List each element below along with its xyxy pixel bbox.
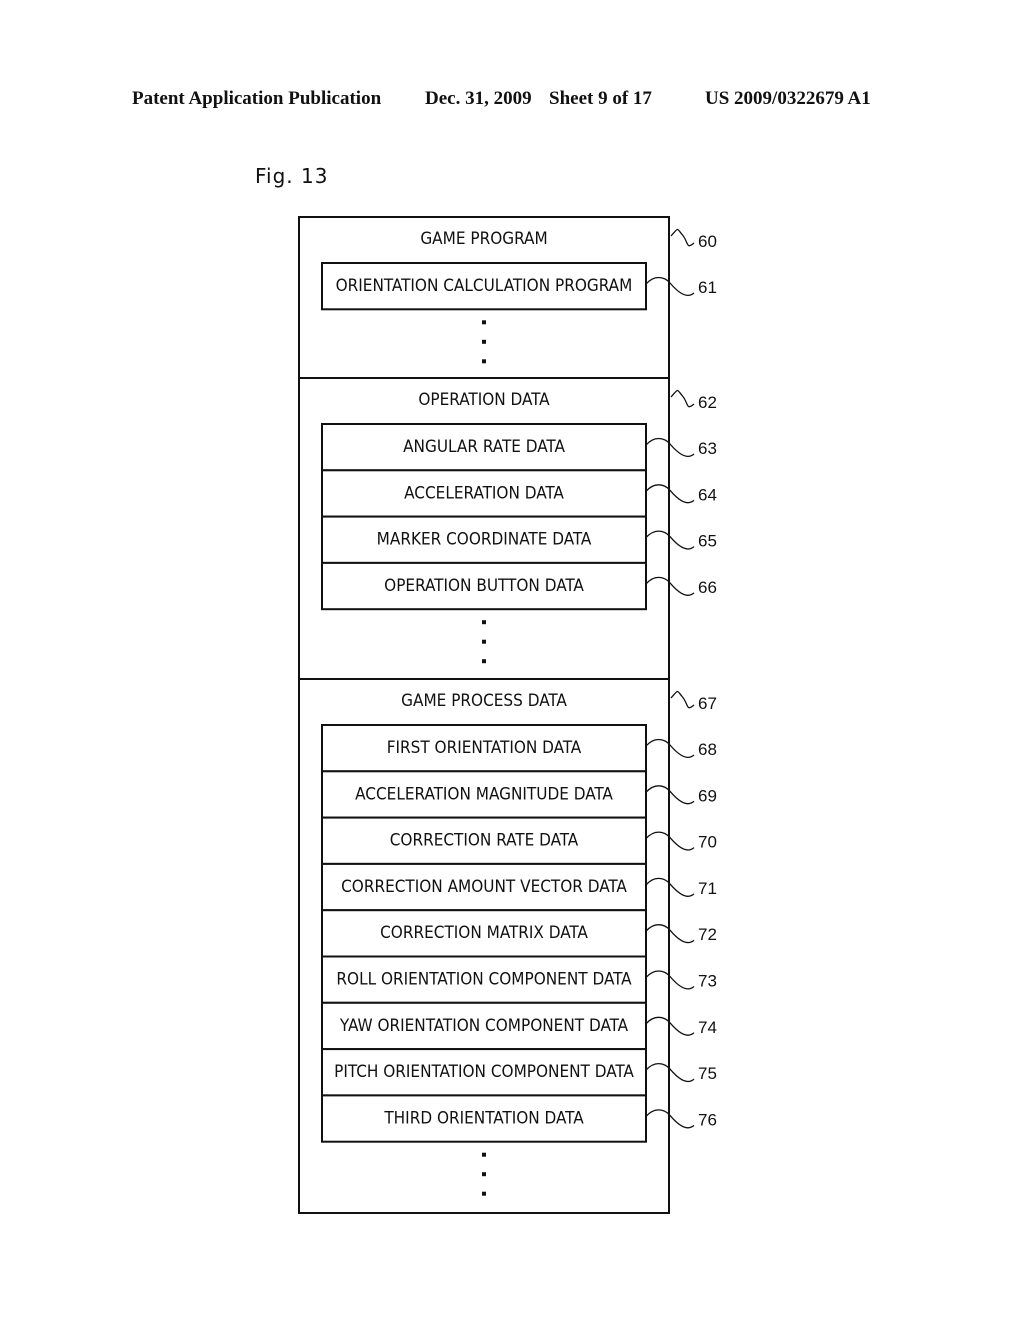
item-ref-number: 61 xyxy=(698,278,717,297)
item-ref-number: 68 xyxy=(698,740,717,759)
data-item-label: FIRST ORIENTATION DATA xyxy=(387,738,582,758)
data-item-label: ORIENTATION CALCULATION PROGRAM xyxy=(336,276,633,296)
section-ref-number: 67 xyxy=(698,694,717,713)
continuation-dot xyxy=(482,620,486,625)
item-ref-number: 66 xyxy=(698,578,717,597)
data-item-label: PITCH ORIENTATION COMPONENT DATA xyxy=(334,1062,634,1082)
section-leader-line xyxy=(670,690,695,709)
data-item-label: ACCELERATION MAGNITUDE DATA xyxy=(355,784,613,804)
item-ref-number: 76 xyxy=(698,1110,717,1129)
section-title: OPERATION DATA xyxy=(418,390,550,410)
data-item-label: ANGULAR RATE DATA xyxy=(403,437,565,457)
section-ref-number: 62 xyxy=(698,393,717,412)
data-item-label: CORRECTION MATRIX DATA xyxy=(380,923,588,943)
section-leader-line xyxy=(670,228,695,247)
item-ref-number: 74 xyxy=(698,1018,717,1037)
continuation-dot xyxy=(482,659,486,664)
data-item-label: ROLL ORIENTATION COMPONENT DATA xyxy=(336,970,632,990)
section-title: GAME PROCESS DATA xyxy=(401,691,567,711)
section-leader-line xyxy=(670,389,695,408)
section-title: GAME PROGRAM xyxy=(420,229,547,249)
data-item-label: OPERATION BUTTON DATA xyxy=(384,576,584,596)
continuation-dot xyxy=(482,320,486,325)
section-ref-number: 60 xyxy=(698,232,717,251)
continuation-dot xyxy=(482,1152,486,1157)
item-ref-number: 72 xyxy=(698,925,717,944)
item-ref-number: 73 xyxy=(698,972,717,991)
continuation-dot xyxy=(482,1172,486,1177)
item-ref-number: 65 xyxy=(698,532,717,551)
item-ref-number: 64 xyxy=(698,485,717,504)
data-item-label: YAW ORIENTATION COMPONENT DATA xyxy=(339,1016,629,1036)
continuation-dot xyxy=(482,359,486,364)
data-item-label: CORRECTION AMOUNT VECTOR DATA xyxy=(341,877,627,897)
item-ref-number: 70 xyxy=(698,833,717,852)
data-item-label: ACCELERATION DATA xyxy=(404,483,564,503)
data-item-label: THIRD ORIENTATION DATA xyxy=(383,1108,584,1128)
continuation-dot xyxy=(482,639,486,644)
memory-map-diagram: GAME PROGRAM 60 ORIENTATION CALCULATION PR… xyxy=(298,216,717,1214)
item-ref-number: 63 xyxy=(698,439,717,458)
item-ref-number: 75 xyxy=(698,1064,717,1083)
continuation-dot xyxy=(482,1191,486,1196)
item-ref-number: 69 xyxy=(698,786,717,805)
item-ref-number: 71 xyxy=(698,879,717,898)
data-item-label: CORRECTION RATE DATA xyxy=(390,831,579,851)
data-item-label: MARKER COORDINATE DATA xyxy=(377,530,592,550)
continuation-dot xyxy=(482,339,486,344)
